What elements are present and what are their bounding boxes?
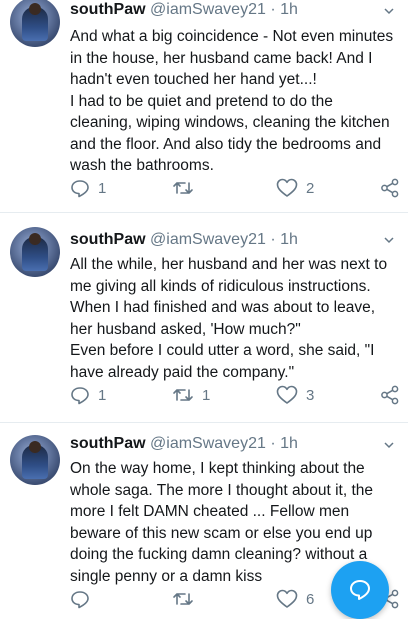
- tweet-text: All the while, her husband and her was n…: [70, 254, 400, 383]
- tweet-line: All the while, her husband and her was n…: [70, 256, 388, 273]
- tweet-line: have already paid the company.": [70, 363, 295, 381]
- tweet-line: her husband asked, 'How much?": [70, 320, 301, 338]
- retweet-button[interactable]: [172, 588, 202, 610]
- retweet-icon: [173, 182, 193, 194]
- like-button[interactable]: 2: [276, 177, 314, 199]
- tweet-line: wash the bathrooms.: [70, 157, 214, 174]
- tweet-line: in the house, her husband came back! And…: [70, 49, 373, 67]
- heart-icon: [276, 178, 298, 197]
- tweet-header: southPaw @iamSwavey21 · 1h: [70, 1, 298, 19]
- author-name[interactable]: southPaw: [70, 435, 146, 452]
- like-count: 6: [306, 590, 315, 608]
- reply-count: 1: [98, 386, 107, 404]
- avatar[interactable]: [10, 435, 60, 485]
- like-count: 3: [306, 386, 315, 404]
- retweet-icon: [173, 593, 193, 605]
- heart-icon: [276, 385, 298, 404]
- reply-icon: [71, 180, 89, 198]
- author-handle[interactable]: @iamSwavey21: [150, 231, 266, 248]
- tweet-line: When I had finished and was about to lea…: [70, 299, 376, 316]
- tweet-line: beware of this new scam or else you end …: [70, 524, 373, 542]
- separator: ·: [270, 435, 276, 452]
- like-button[interactable]: 3: [276, 384, 314, 406]
- chevron-down-icon[interactable]: [384, 6, 394, 16]
- tweet-line: And what a big coincidence - Not even mi…: [70, 28, 394, 45]
- retweet-button[interactable]: [172, 177, 202, 199]
- avatar[interactable]: [10, 227, 60, 277]
- tweet[interactable]: southPaw @iamSwavey21 · 1h And what a bi…: [0, 0, 408, 208]
- share-button[interactable]: [380, 177, 400, 199]
- retweet-count: 1: [202, 386, 211, 404]
- tweet-header: southPaw @iamSwavey21 · 1h: [70, 435, 298, 453]
- share-button[interactable]: [380, 384, 400, 406]
- tweet[interactable]: southPaw @iamSwavey21 · 1h All the while…: [0, 213, 408, 423]
- author-handle[interactable]: @iamSwavey21: [150, 1, 266, 18]
- chevron-down-icon[interactable]: [384, 440, 394, 450]
- like-count: 2: [306, 179, 315, 197]
- reply-icon: [71, 387, 89, 405]
- retweet-button[interactable]: 1: [172, 384, 210, 406]
- tweet-line: I had to be quiet and pretend to do the: [70, 92, 333, 110]
- tweet-actions: 1 1 3: [70, 384, 400, 406]
- tweet-line: Even before I could utter a word, she sa…: [70, 342, 375, 359]
- author-name[interactable]: southPaw: [70, 1, 146, 18]
- avatar-head: [29, 441, 41, 453]
- compose-tweet-button[interactable]: [331, 561, 389, 619]
- tweet-header: southPaw @iamSwavey21 · 1h: [70, 231, 298, 249]
- tweet-line: hadn't even touched her hand yet...!: [70, 71, 317, 88]
- author-name[interactable]: southPaw: [70, 231, 146, 248]
- like-button[interactable]: 6: [276, 588, 314, 610]
- tweet-actions: 1 2: [70, 177, 400, 199]
- reply-button[interactable]: [70, 588, 98, 610]
- reply-button[interactable]: 1: [70, 384, 106, 406]
- avatar-head: [29, 233, 41, 245]
- timestamp[interactable]: 1h: [280, 231, 298, 248]
- retweet-icon: [173, 389, 193, 401]
- tweet-line: On the way home, I kept thinking about t…: [70, 460, 365, 477]
- heart-icon: [276, 589, 298, 608]
- tweet-line: and the floor. And also tidy the bedroom…: [70, 135, 382, 153]
- share-icon: [381, 178, 399, 198]
- tweet-line: more I felt DAMN cheated ... Fellow men: [70, 503, 350, 520]
- share-icon: [381, 385, 399, 405]
- avatar-head: [29, 3, 41, 15]
- timestamp[interactable]: 1h: [280, 435, 298, 452]
- avatar[interactable]: [10, 0, 60, 47]
- tweet-text: And what a big coincidence - Not even mi…: [70, 26, 400, 177]
- reply-button[interactable]: 1: [70, 177, 106, 199]
- reply-icon: [71, 591, 89, 609]
- tweet-line: me giving all kinds of ridiculous instru…: [70, 277, 371, 295]
- timestamp[interactable]: 1h: [280, 1, 298, 18]
- tweet-line: whole saga. The more I thought about it,…: [70, 481, 374, 499]
- separator: ·: [270, 1, 276, 18]
- tweet-line: cleaning, wiping windows, cleaning the k…: [70, 114, 390, 131]
- compose-tweet-icon: [350, 580, 370, 600]
- author-handle[interactable]: @iamSwavey21: [150, 435, 266, 452]
- separator: ·: [270, 231, 276, 248]
- chevron-down-icon[interactable]: [384, 235, 394, 245]
- reply-count: 1: [98, 179, 107, 197]
